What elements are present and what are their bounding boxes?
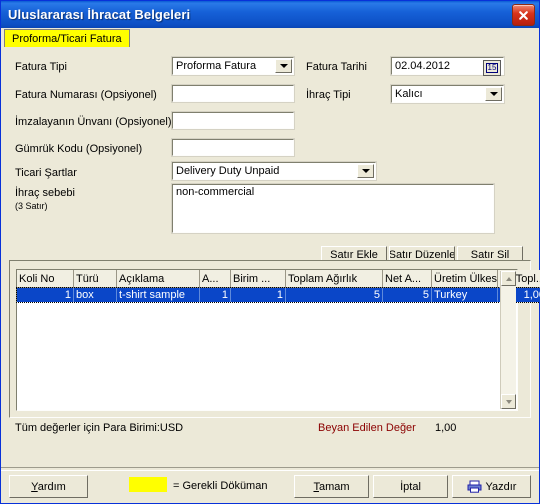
chevron-down-icon[interactable] [485, 87, 502, 101]
cell-toplam-agirlik: 5 [285, 287, 383, 302]
help-button[interactable]: Yardım [9, 475, 88, 498]
fatura-tarihi-input[interactable]: 02.04.2012 15 [390, 56, 505, 76]
column-header-koli-no[interactable]: Koli No [17, 270, 74, 288]
required-document-swatch [129, 477, 167, 492]
cell-birim: 1 [230, 287, 286, 302]
chevron-down-icon[interactable] [275, 59, 292, 73]
column-header-adet[interactable]: A... [199, 270, 231, 288]
declared-value: 1,00 [435, 422, 457, 434]
label-ihrac-sebebi-sub: (3 Satır) [15, 201, 48, 211]
bottom-separator [1, 467, 539, 471]
ihrac-tipi-select[interactable]: Kalıcı [390, 84, 505, 104]
cell-adet: 1 [199, 287, 231, 302]
fatura-tarihi-value: 02.04.2012 [395, 60, 451, 72]
window-title: Uluslararası İhracat Belgeleri [8, 7, 191, 22]
close-icon [519, 10, 528, 20]
items-grid-panel: Koli No Türü Açıklama A... Birim ... Top… [9, 260, 540, 418]
cell-aciklama: t-shirt sample [116, 287, 200, 302]
label-fatura-tipi: Fatura Tipi [15, 61, 67, 73]
ihrac-tipi-value: Kalıcı [395, 88, 423, 100]
ticari-sartlar-select[interactable]: Delivery Duty Unpaid [171, 161, 377, 181]
chevron-down-icon[interactable] [357, 164, 374, 178]
close-button[interactable] [512, 4, 535, 26]
ticari-sartlar-value: Delivery Duty Unpaid [176, 165, 280, 177]
tab-proforma-ticari-fatura[interactable]: Proforma/Ticari Fatura [4, 29, 130, 48]
scroll-down-icon[interactable] [501, 394, 516, 409]
label-fatura-tarihi: Fatura Tarihi [306, 61, 367, 73]
export-documents-dialog: Uluslararası İhracat Belgeleri Proforma/… [0, 0, 540, 504]
grid-vertical-scrollbar[interactable] [500, 271, 516, 409]
label-ihrac-tipi: İhraç Tipi [306, 89, 351, 101]
ok-button[interactable]: Tamam [294, 475, 369, 498]
printer-icon [467, 480, 481, 493]
label-gumruk-kodu: Gümrük Kodu (Opsiyonel) [15, 143, 143, 155]
currency-note: Tüm değerler için Para Birimi:USD [15, 422, 184, 434]
fatura-tipi-value: Proforma Fatura [176, 60, 257, 72]
ok-button-label-rest: amam [318, 480, 350, 493]
declared-value-label: Beyan Edilen Değer [318, 422, 416, 434]
column-header-uretim-ulkesi[interactable]: Üretim Ülkesi [431, 270, 498, 288]
cell-uretim-ulkesi: Turkey [431, 287, 498, 302]
required-document-legend: = Gerekli Döküman [173, 480, 268, 492]
help-button-label-rest: ardım [37, 480, 66, 493]
column-header-toplam-agirlik[interactable]: Toplam Ağırlık [285, 270, 383, 288]
fatura-tipi-select[interactable]: Proforma Fatura [171, 56, 295, 76]
table-row[interactable]: 1 box t-shirt sample 1 1 5 5 Turkey 1,00 [16, 286, 540, 303]
label-fatura-numarasi: Fatura Numarası (Opsiyonel) [15, 89, 157, 101]
label-ihrac-sebebi: İhraç sebebi [15, 187, 75, 199]
calendar-icon[interactable]: 15 [483, 60, 501, 76]
form-area: Fatura Tipi Proforma Fatura Fatura Numar… [1, 48, 539, 254]
ihrac-sebebi-textarea[interactable]: non-commercial [171, 183, 495, 234]
gumruk-kodu-input[interactable] [171, 138, 295, 157]
title-bar: Uluslararası İhracat Belgeleri [1, 1, 539, 28]
cell-turu: box [73, 287, 117, 302]
cell-net-agirlik: 5 [382, 287, 432, 302]
cancel-button[interactable]: İptal [373, 475, 448, 498]
label-imzalayan-unvani: İmzalayanın Ünvanı (Opsiyonel) [15, 116, 172, 128]
calendar-icon-text: 15 [485, 63, 499, 73]
column-header-birim[interactable]: Birim ... [230, 270, 286, 288]
scroll-up-icon[interactable] [501, 271, 516, 286]
items-table: Koli No Türü Açıklama A... Birim ... Top… [16, 270, 540, 303]
imzalayan-unvani-input[interactable] [171, 111, 295, 130]
tab-label: Proforma/Ticari Fatura [12, 33, 122, 45]
label-ticari-sartlar: Ticari Şartlar [15, 167, 77, 179]
column-header-aciklama[interactable]: Açıklama [116, 270, 200, 288]
tab-strip: Proforma/Ticari Fatura [1, 29, 539, 48]
column-header-net-agirlik[interactable]: Net A... [382, 270, 432, 288]
column-header-turu[interactable]: Türü [73, 270, 117, 288]
fatura-numarasi-input[interactable] [171, 84, 295, 103]
print-button-label: Yazdır [485, 480, 517, 493]
cell-koli-no: 1 [17, 287, 74, 302]
print-button[interactable]: Yazdır [452, 475, 531, 498]
table-header-row: Koli No Türü Açıklama A... Birim ... Top… [17, 270, 540, 288]
items-grid[interactable]: Koli No Türü Açıklama A... Birim ... Top… [16, 269, 540, 411]
